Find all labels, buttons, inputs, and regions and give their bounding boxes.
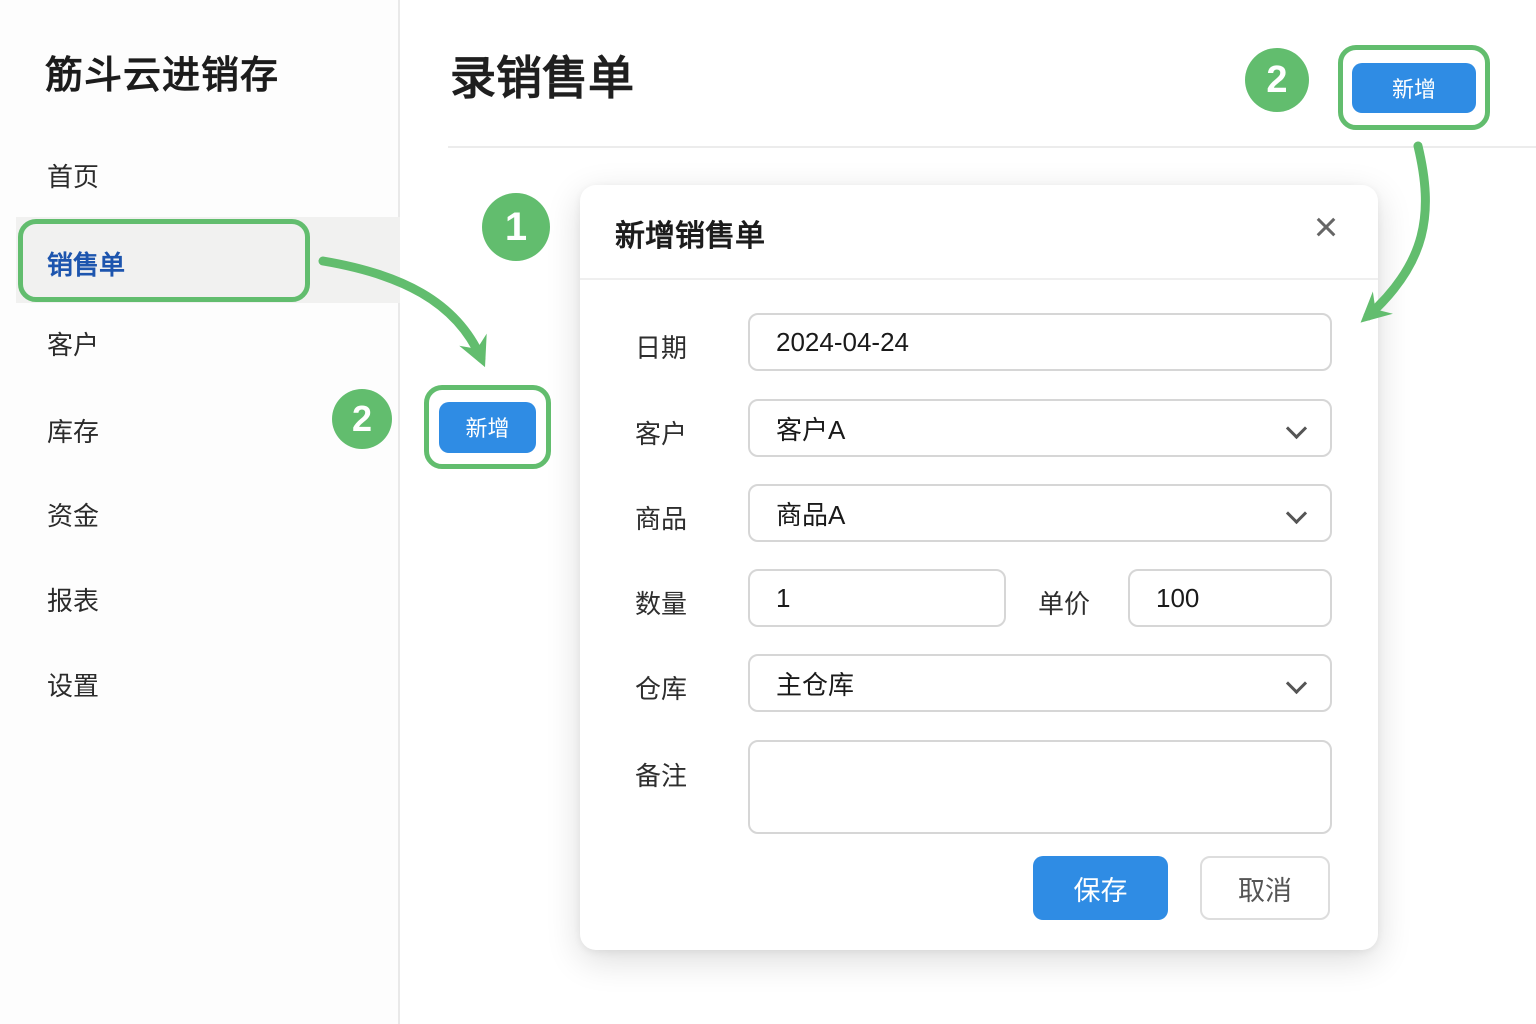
- add-button-inline[interactable]: 新增: [439, 401, 536, 453]
- add-button-topright[interactable]: 新增: [1352, 62, 1476, 113]
- warehouse-label: 仓库: [635, 674, 688, 704]
- page-title: 录销售单: [450, 52, 634, 104]
- warehouse-select[interactable]: 主仓库: [748, 654, 1332, 712]
- unit-price-label: 单价: [1038, 589, 1091, 619]
- step-1-badge: 1: [482, 193, 550, 261]
- product-select[interactable]: 商品A: [748, 484, 1332, 542]
- chevron-down-icon: [1285, 672, 1308, 695]
- quantity-label: 数量: [635, 589, 688, 619]
- annotation-green-frame-add-topright: 新增: [1338, 45, 1490, 130]
- sidebar-item-inventory[interactable]: 库存: [47, 412, 99, 452]
- sidebar-item-reports[interactable]: 报表: [47, 581, 99, 621]
- remark-label: 备注: [635, 761, 688, 791]
- remark-textarea[interactable]: [748, 740, 1332, 834]
- sidebar-item-sales-order[interactable]: 销售单: [47, 245, 125, 285]
- date-input[interactable]: [748, 313, 1332, 371]
- warehouse-select-value: 主仓库: [776, 669, 855, 700]
- chevron-down-icon: [1285, 502, 1308, 525]
- date-label: 日期: [635, 333, 688, 363]
- step-2-badge-sidebar: 2: [332, 389, 392, 449]
- chevron-down-icon: [1285, 417, 1308, 440]
- sidebar-item-home[interactable]: 首页: [47, 157, 99, 197]
- close-icon[interactable]: ×: [1302, 203, 1350, 251]
- customer-select[interactable]: 客户A: [748, 399, 1332, 457]
- sidebar-item-settings[interactable]: 设置: [47, 666, 99, 706]
- unit-price-input[interactable]: [1128, 569, 1332, 627]
- sidebar: 筋斗云进销存 首页 销售单 客户 库存 资金 报表 设置: [0, 0, 400, 1024]
- header-divider: [448, 146, 1536, 148]
- save-button[interactable]: 保存: [1033, 856, 1168, 920]
- customer-label: 客户: [635, 419, 688, 449]
- new-sales-order-modal: 新增销售单 × 日期 客户 客户A 商品 商品A 数量 单价 仓库 主仓库 备注…: [580, 185, 1378, 950]
- customer-select-value: 客户A: [776, 414, 846, 445]
- quantity-input[interactable]: [748, 569, 1006, 627]
- product-select-value: 商品A: [776, 499, 846, 530]
- annotation-green-frame-add-inline: 新增: [424, 385, 551, 469]
- step-2-badge-topright: 2: [1245, 48, 1309, 112]
- modal-header: 新增销售单 ×: [580, 185, 1378, 280]
- modal-title: 新增销售单: [615, 220, 765, 253]
- app-title: 筋斗云进销存: [45, 55, 280, 97]
- sidebar-item-funds[interactable]: 资金: [47, 496, 99, 536]
- sidebar-item-customers[interactable]: 客户: [47, 325, 99, 365]
- cancel-button[interactable]: 取消: [1200, 856, 1330, 920]
- product-label: 商品: [635, 504, 688, 534]
